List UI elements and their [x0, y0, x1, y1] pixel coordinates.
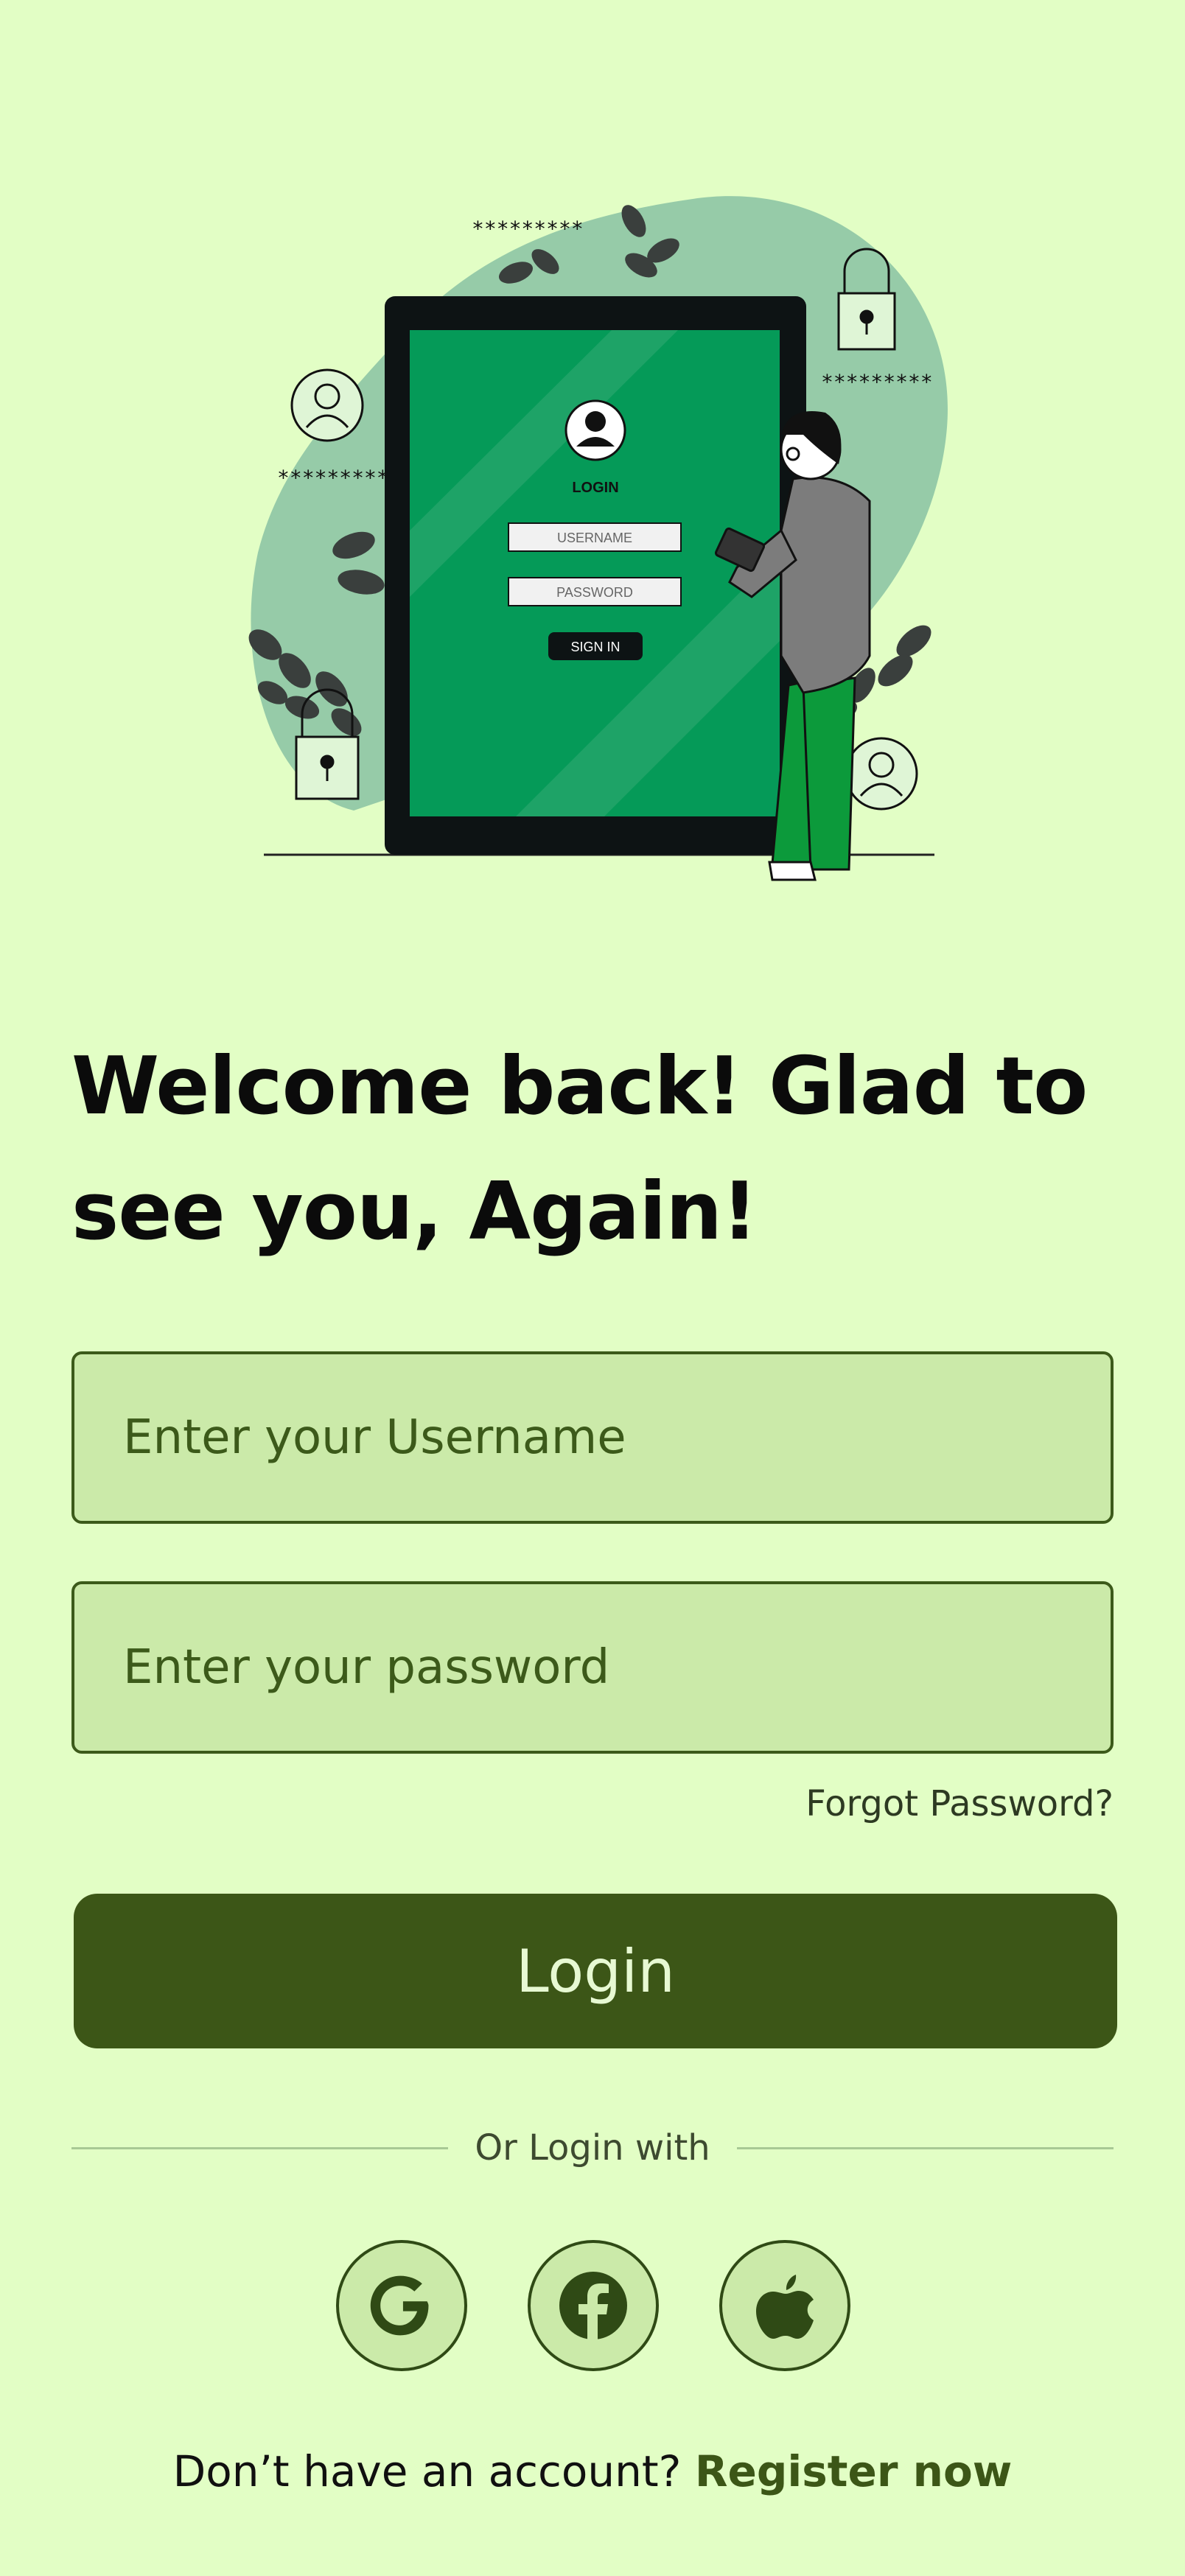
facebook-icon	[559, 2272, 627, 2339]
illustration-password-text: PASSWORD	[556, 585, 633, 600]
username-input[interactable]	[74, 1410, 1111, 1465]
masked-text-right: *********	[821, 370, 933, 394]
google-login-button[interactable]	[336, 2240, 467, 2371]
register-prompt-text: Don’t have an account?	[172, 2446, 682, 2496]
facebook-login-button[interactable]	[528, 2240, 659, 2371]
illustration-username-text: USERNAME	[557, 531, 632, 545]
divider-text: Or Login with	[475, 2127, 710, 2169]
illustration-signin-text: SIGN IN	[570, 640, 620, 654]
apple-login-button[interactable]	[719, 2240, 850, 2371]
masked-text-left: *********	[277, 466, 389, 490]
google-icon	[370, 2275, 429, 2336]
page-title-line2: see you, Again!	[71, 1166, 758, 1258]
page-title: Welcome back! Glad to see you, Again!	[71, 1024, 1118, 1275]
register-now-link[interactable]: Register now	[695, 2446, 1013, 2496]
user-avatar-icon	[290, 368, 364, 442]
social-divider: Or Login with	[71, 2122, 1114, 2174]
login-illustration: LOGIN USERNAME PASSWORD SIGN IN ********…	[248, 196, 948, 881]
password-input[interactable]	[74, 1640, 1111, 1695]
illustration-login-text: LOGIN	[572, 480, 618, 496]
register-prompt: Don’t have an account? Register now	[0, 2446, 1185, 2496]
username-field[interactable]	[71, 1351, 1114, 1524]
password-field[interactable]	[71, 1581, 1114, 1754]
page-title-line1: Welcome back! Glad to	[71, 1040, 1088, 1133]
user-avatar-icon	[845, 737, 918, 811]
login-button[interactable]: Login	[74, 1894, 1117, 2048]
forgot-password-link[interactable]: Forgot Password?	[805, 1783, 1114, 1824]
divider-line-left	[71, 2146, 449, 2149]
apple-icon	[756, 2275, 814, 2339]
divider-line-right	[736, 2146, 1114, 2149]
masked-text-top: *********	[472, 217, 584, 241]
